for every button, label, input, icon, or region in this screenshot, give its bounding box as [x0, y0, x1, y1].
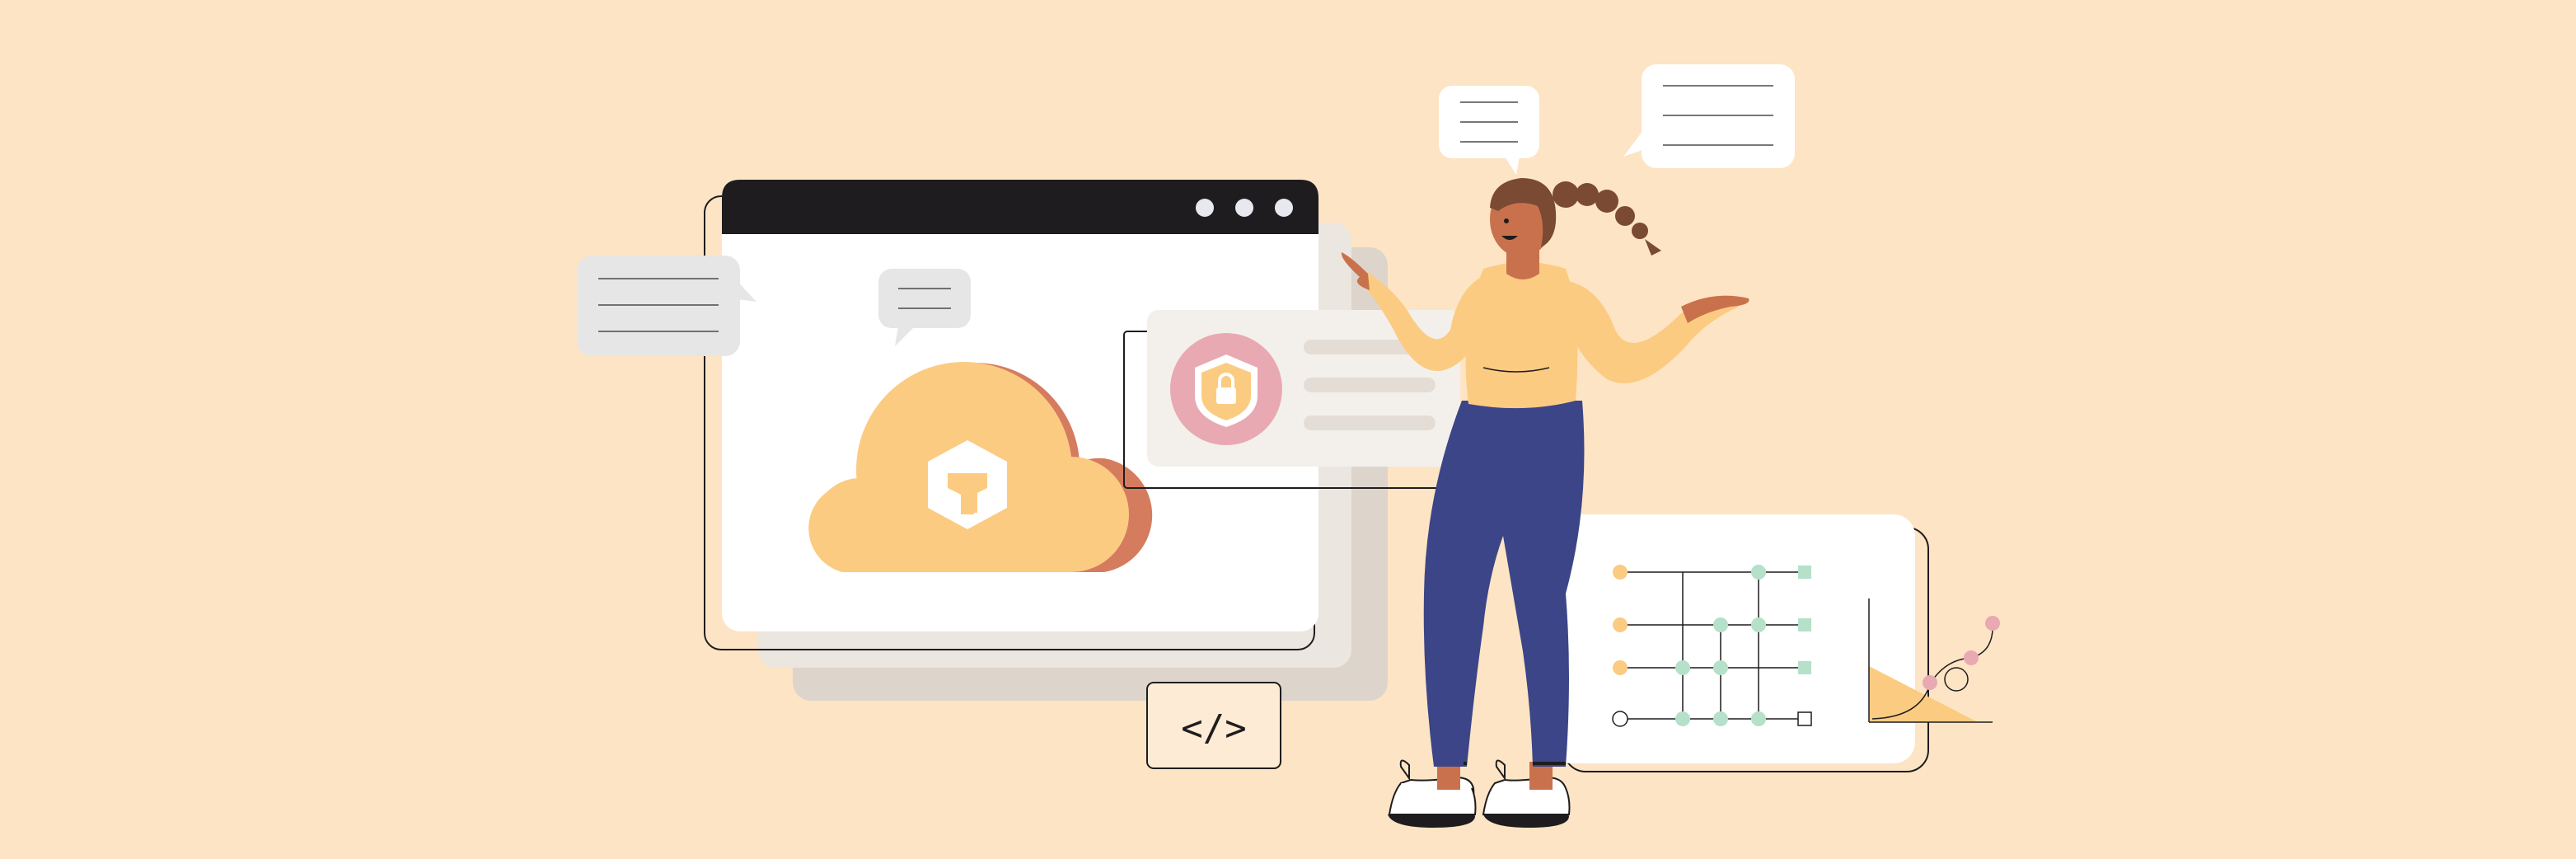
speech-bubble-small: [1439, 86, 1539, 175]
pants: [1423, 401, 1585, 767]
illustration-scene: </>: [577, 64, 2000, 828]
code-badge[interactable]: </>: [1146, 682, 1281, 769]
window-title-bar: [722, 180, 1318, 234]
diagram-card-body: [1549, 514, 1915, 763]
arm-right: [1564, 280, 1739, 383]
window-dot-3[interactable]: [1275, 199, 1293, 217]
speech-bubble-left: [577, 256, 756, 356]
security-line-2: [1304, 378, 1436, 392]
shoe-left: [1388, 759, 1477, 828]
window-dot-2[interactable]: [1235, 199, 1253, 217]
shoe-right: [1482, 759, 1571, 828]
speech-bubble-large: [1623, 64, 1795, 168]
diagram-card: [1549, 514, 1929, 772]
code-badge-text: </>: [1181, 707, 1246, 749]
eye: [1504, 218, 1509, 223]
ponytail: [1553, 181, 1661, 256]
window-dot-1[interactable]: [1196, 199, 1214, 217]
security-line-3: [1304, 415, 1436, 430]
